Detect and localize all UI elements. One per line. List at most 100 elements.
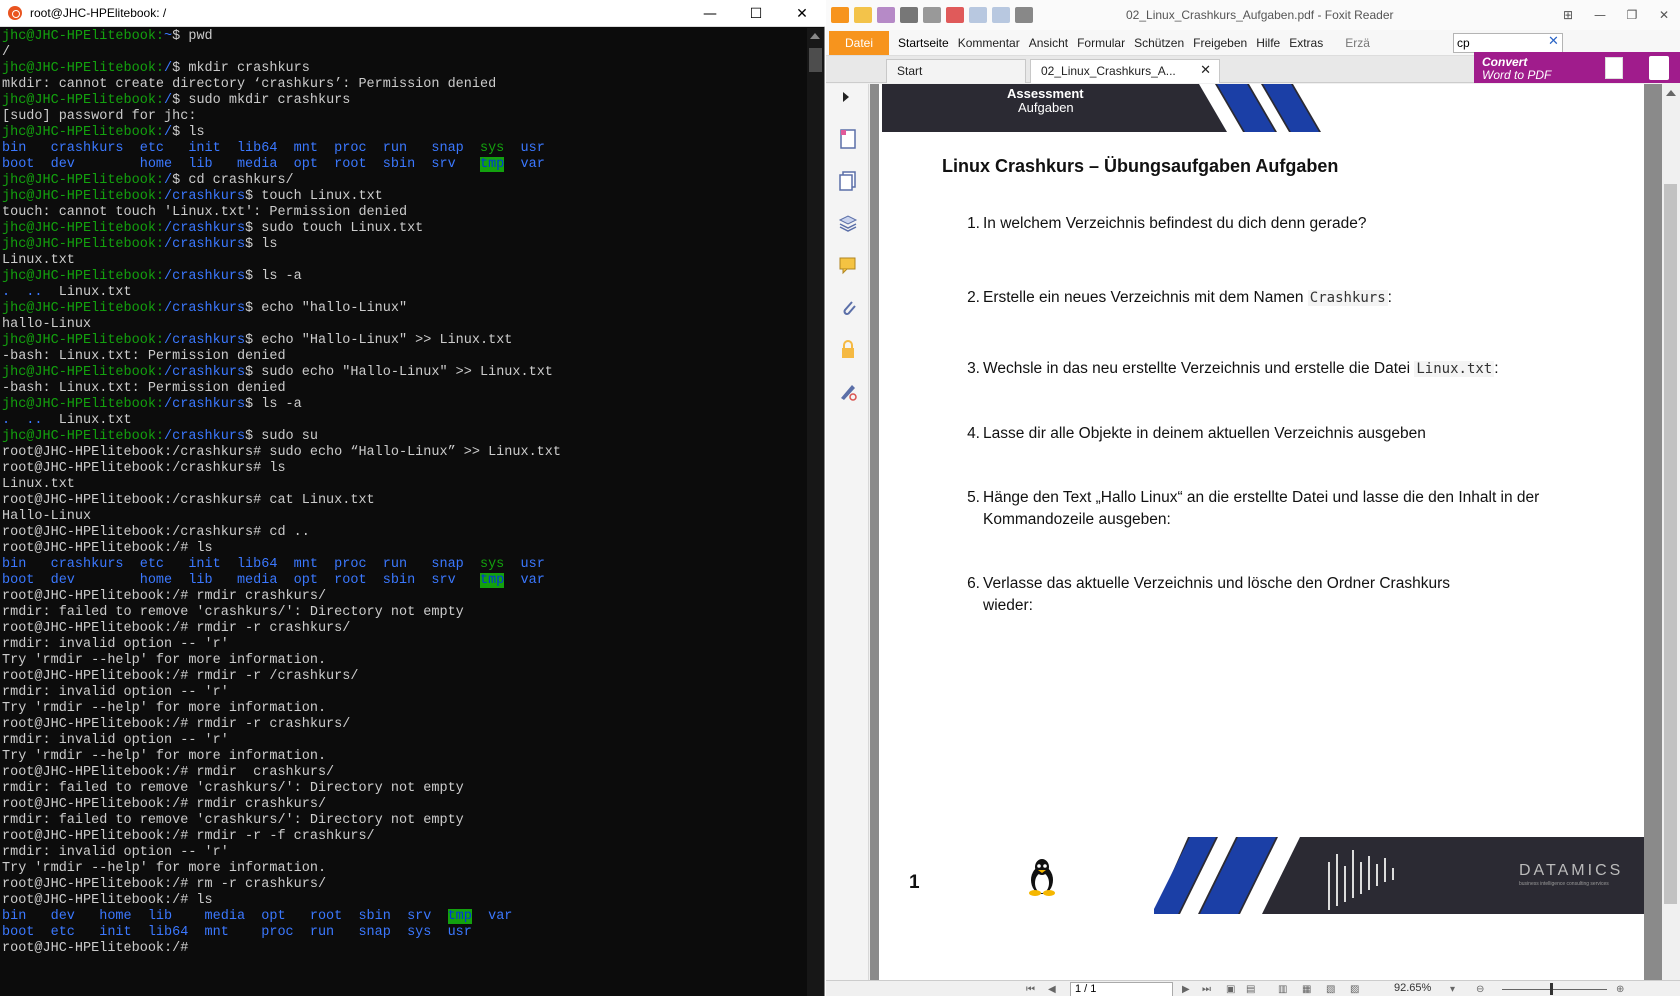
header-stripes-graphic (1199, 84, 1359, 132)
open-folder-icon[interactable] (854, 7, 872, 23)
minimize-button[interactable]: — (1584, 0, 1616, 30)
task-text: Wechsle in das neu erstellte Verzeichnis… (983, 360, 1499, 377)
convert-line2: Word to PDF (1482, 68, 1552, 82)
maximize-button[interactable]: ☐ (733, 0, 779, 27)
clear-search-icon[interactable]: ✕ (1548, 34, 1562, 50)
terminal-text-segment: root@JHC-HPElitebook:/# rmdir -r /crashk… (2, 669, 359, 684)
page-number-input[interactable]: 1 / 1 (1070, 982, 1173, 996)
terminal-line: root@JHC-HPElitebook:/# (2, 941, 808, 957)
menu-kommentar[interactable]: Kommentar (958, 36, 1020, 50)
foxit-titlebar[interactable]: 02_Linux_Crashkurs_Aufgaben.pdf - Foxit … (826, 0, 1680, 30)
pages-icon[interactable] (838, 170, 858, 192)
restore-button[interactable]: ❐ (1616, 0, 1648, 30)
tux-penguin-icon (1029, 859, 1055, 896)
continuous-icon[interactable]: ▦ (1302, 984, 1311, 995)
signature-icon[interactable] (838, 380, 858, 402)
terminal-text-segment: $ cd crashkurs/ (172, 173, 294, 188)
scroll-thumb[interactable] (1664, 184, 1677, 904)
menu-schuetzen[interactable]: Schützen (1134, 36, 1184, 50)
view-mode-icon[interactable]: ▣ (1226, 984, 1235, 995)
document-scrollbar[interactable] (1662, 84, 1680, 980)
terminal-text-segment: /crashkurs (164, 333, 246, 348)
menu-startseite[interactable]: Startseite (898, 36, 949, 50)
task-number: 1. (967, 215, 980, 232)
terminal-text-segment: / (164, 173, 173, 188)
terminal-line: jhc@JHC-HPElitebook:/crashkurs$ sudo ech… (2, 365, 808, 381)
minimize-button[interactable]: — (687, 0, 733, 27)
security-lock-icon[interactable] (838, 338, 858, 360)
menu-ansicht[interactable]: Ansicht (1029, 36, 1068, 50)
terminal-line: / (2, 45, 808, 61)
close-tab-icon[interactable]: ✕ (1200, 60, 1211, 82)
next-page-icon[interactable]: ▶ (1182, 984, 1190, 995)
comments-icon[interactable] (838, 254, 858, 276)
layers-icon[interactable] (838, 212, 858, 234)
terminal-line: -bash: Linux.txt: Permission denied (2, 349, 808, 365)
zoom-out-icon[interactable]: ⊖ (1476, 984, 1484, 995)
tab-start-label: Start (897, 64, 923, 78)
single-page-icon[interactable]: ▥ (1278, 984, 1287, 995)
hand-tool-icon[interactable] (1015, 7, 1033, 23)
terminal-titlebar[interactable]: root@JHC-HPElitebook: / — ☐ ✕ (0, 0, 825, 27)
document-view[interactable]: Assessment Aufgaben Linux Crashkurs – Üb… (870, 84, 1662, 980)
redo-icon[interactable] (992, 7, 1010, 23)
attachment-icon[interactable] (838, 296, 858, 318)
last-page-icon[interactable]: ⏭ (1202, 984, 1211, 995)
terminal-text-segment: rmdir: invalid option -- 'r' (2, 637, 229, 652)
page-thumbnails-icon[interactable] (838, 128, 858, 150)
zoom-slider[interactable] (1502, 989, 1607, 990)
layout-icon[interactable]: ⊞ (1552, 0, 1584, 30)
tab-start[interactable]: Start (886, 59, 1026, 83)
terminal-text-segment: jhc@JHC-HPElitebook: (2, 397, 165, 412)
foxit-logo-icon (831, 7, 849, 23)
menu-freigeben[interactable]: Freigeben (1193, 36, 1247, 50)
scroll-up-icon[interactable] (810, 33, 820, 39)
file-button[interactable]: Datei (829, 30, 889, 55)
facing-icon[interactable]: ▧ (1326, 984, 1335, 995)
terminal-line: root@JHC-HPElitebook:/crashkurs# cd .. (2, 525, 808, 541)
terminal-line: hallo-Linux (2, 317, 808, 333)
previous-page-icon[interactable]: ◀ (1048, 984, 1056, 995)
close-button[interactable]: ✕ (1648, 0, 1680, 30)
terminal-line: touch: cannot touch 'Linux.txt': Permiss… (2, 205, 808, 221)
close-button[interactable]: ✕ (779, 0, 825, 27)
terminal-text-segment: rmdir: failed to remove 'crashkurs/': Di… (2, 605, 464, 620)
page-title: Linux Crashkurs – Übungsaufgaben Aufgabe… (942, 156, 1339, 176)
zoom-in-icon[interactable]: ⊕ (1616, 984, 1624, 995)
scroll-thumb[interactable] (809, 48, 822, 72)
terminal-text-segment: jhc@JHC-HPElitebook: (2, 429, 165, 444)
menu-hilfe[interactable]: Hilfe (1256, 36, 1280, 50)
zoom-level[interactable]: 92.65% (1394, 982, 1431, 994)
word-doc-icon (1605, 57, 1623, 79)
menu-extras[interactable]: Extras (1289, 36, 1323, 50)
new-doc-icon[interactable] (946, 7, 964, 23)
continuous-facing-icon[interactable]: ▨ (1350, 984, 1359, 995)
print-icon[interactable] (900, 7, 918, 23)
email-icon[interactable] (923, 7, 941, 23)
terminal-scrollbar[interactable] (807, 28, 824, 996)
navigation-sidebar (826, 84, 869, 980)
terminal-text-segment: boot dev home lib media opt root sbin sr… (2, 157, 480, 172)
tab-document[interactable]: 02_Linux_Crashkurs_A... ✕ (1030, 59, 1220, 83)
menu-formular[interactable]: Formular (1077, 36, 1125, 50)
scroll-up-icon[interactable] (1666, 90, 1676, 96)
convert-word-to-pdf-banner[interactable]: Convert Word to PDF (1474, 52, 1680, 83)
search-input[interactable]: cp (1453, 33, 1563, 53)
terminal-text-segment: $ ls -a (245, 397, 302, 412)
terminal-text-segment: $ ls (172, 125, 205, 140)
terminal-text-segment: jhc@JHC-HPElitebook: (2, 269, 165, 284)
menu-tell-me[interactable]: Erzä (1345, 36, 1370, 50)
undo-icon[interactable] (969, 7, 987, 23)
expand-sidebar-icon[interactable] (843, 92, 849, 102)
terminal-window[interactable]: root@JHC-HPElitebook: / — ☐ ✕ jhc@JHC-HP… (0, 0, 825, 996)
foxit-reader-window[interactable]: 02_Linux_Crashkurs_Aufgaben.pdf - Foxit … (826, 0, 1680, 996)
zoom-slider-thumb[interactable] (1550, 983, 1553, 995)
zoom-dropdown-icon[interactable]: ▾ (1450, 984, 1455, 995)
footer-stripes-graphic (1154, 837, 1300, 914)
first-page-icon[interactable]: ⏮ (1026, 984, 1035, 995)
datamics-logo: DATAMICS (1519, 862, 1624, 879)
reflow-icon[interactable]: ▤ (1246, 984, 1255, 995)
terminal-output[interactable]: jhc@JHC-HPElitebook:~$ pwd / jhc@JHC-HPEli… (0, 28, 808, 996)
save-icon[interactable] (877, 7, 895, 23)
terminal-text-segment: /crashkurs (164, 301, 246, 316)
